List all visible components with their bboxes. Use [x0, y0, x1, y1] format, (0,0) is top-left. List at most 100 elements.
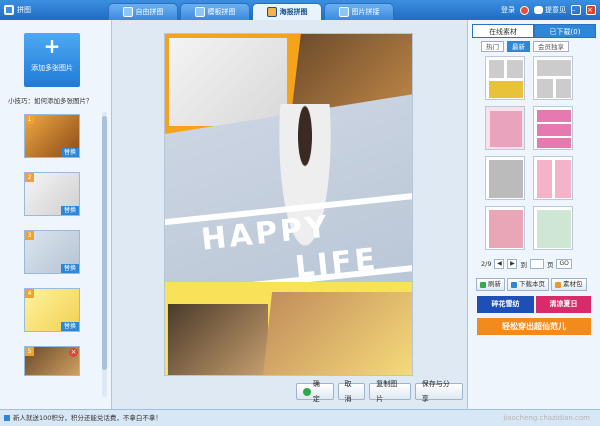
- replace-button[interactable]: 替换: [60, 322, 79, 331]
- tab-downloaded[interactable]: 已下载(0): [534, 24, 596, 38]
- add-images-label: 添加多张图片: [31, 64, 73, 72]
- tab-label: 图片拼接: [351, 8, 380, 16]
- save-share-button[interactable]: 保存与分享: [414, 380, 464, 403]
- goto-label: 到: [520, 261, 527, 269]
- template-thumbnail[interactable]: [485, 206, 525, 250]
- image-thumbnail[interactable]: 1 替换: [24, 114, 80, 158]
- main-tabs: 自由拼图 模板拼图 海报拼图 图片拼接: [108, 3, 396, 20]
- thumbnail-number: 4: [25, 289, 34, 298]
- package-label: 素材包: [563, 280, 583, 288]
- material-pack-button[interactable]: 素材包: [551, 278, 587, 291]
- tab-icon: [338, 7, 349, 17]
- tab-label: 自由拼图: [135, 8, 164, 16]
- canvas-actions: 确定 取消 复制图片 保存与分享: [296, 380, 467, 403]
- tab-template-collage[interactable]: 模板拼图: [180, 3, 250, 20]
- material-actions: 刷新 下载本页 素材包: [476, 278, 589, 291]
- tab-label: 海报拼图: [279, 8, 308, 16]
- template-thumbnail[interactable]: [533, 106, 573, 150]
- template-thumbnail[interactable]: [485, 106, 525, 150]
- image-thumbnail-list: 1 替换 2 替换 3 替换 4 替换 5 ×: [24, 114, 82, 376]
- ad-banner-chiffon[interactable]: 碎花雪纺: [477, 296, 534, 313]
- go-button[interactable]: GO: [556, 259, 572, 269]
- tab-image-stitch[interactable]: 图片拼接: [324, 3, 394, 20]
- feedback-icon: [534, 6, 543, 14]
- subtab-vip[interactable]: 会员独享: [533, 41, 569, 52]
- right-panel: 在线素材 已下载(0) 热门 最新 会员独享 2/9 ◀ ▶ 到 页 GO 刷新…: [467, 20, 600, 409]
- material-subtabs: 热门 最新 会员独享: [481, 41, 572, 52]
- page-input[interactable]: [529, 259, 544, 269]
- package-icon: [555, 281, 561, 288]
- ok-button[interactable]: 确定: [296, 380, 334, 403]
- thumbnail-number: 3: [25, 231, 34, 240]
- refresh-button[interactable]: 刷新: [476, 278, 505, 291]
- title-bar: 拼图 自由拼图 模板拼图 海报拼图 图片拼接 登录 提意见 – ×: [0, 0, 600, 20]
- download-page-button[interactable]: 下载本页: [507, 278, 549, 291]
- image-thumbnail[interactable]: 4 替换: [24, 288, 80, 332]
- cancel-button[interactable]: 取消: [337, 380, 366, 403]
- download-icon: [511, 281, 517, 288]
- thumbnail-scrollbar[interactable]: [102, 112, 107, 397]
- image-thumbnail[interactable]: 2 替换: [24, 172, 80, 216]
- ok-label: 确定: [312, 379, 320, 403]
- tab-online-materials[interactable]: 在线素材: [472, 24, 534, 38]
- plus-icon: +: [43, 34, 61, 58]
- watermark: jiaocheng.chazidian.com: [503, 414, 590, 422]
- photo-slot-5[interactable]: [263, 292, 412, 375]
- ad-banner-summer[interactable]: 清凉夏日: [536, 296, 591, 313]
- tab-free-collage[interactable]: 自由拼图: [108, 3, 178, 20]
- prev-page-button[interactable]: ◀: [494, 259, 505, 269]
- tab-icon: [122, 7, 133, 17]
- minimize-button[interactable]: –: [571, 5, 581, 15]
- subtab-new[interactable]: 最新: [507, 41, 530, 52]
- download-page-label: 下载本页: [519, 280, 545, 288]
- image-thumbnail[interactable]: 5 ×: [24, 346, 80, 376]
- speaker-icon: [4, 415, 10, 421]
- thumbnail-number: 1: [25, 115, 34, 124]
- thumbnail-number: 2: [25, 173, 34, 182]
- refresh-label: 刷新: [488, 280, 501, 288]
- check-icon: [303, 387, 311, 396]
- replace-button[interactable]: 替换: [60, 264, 79, 273]
- title-right-controls: 登录 提意见 – ×: [496, 3, 596, 17]
- pagination: 2/9 ◀ ▶ 到 页 GO: [481, 259, 575, 269]
- user-avatar-icon[interactable]: [520, 5, 529, 15]
- tab-icon: [194, 7, 205, 17]
- tip-link[interactable]: 小技巧：如何添加多张图片？: [8, 95, 93, 105]
- refresh-icon: [480, 281, 486, 288]
- template-grid: [485, 56, 581, 250]
- app-name: 拼图: [17, 6, 31, 14]
- page-indicator: 2/9: [481, 260, 492, 268]
- left-panel: + 添加多张图片 小技巧：如何添加多张图片？ 1 替换 2 替换 3 替换 4 …: [0, 20, 112, 409]
- template-thumbnail[interactable]: [485, 56, 525, 100]
- canvas-area: HAPPY LIFE 确定 取消 复制图片 保存与分享: [112, 20, 467, 409]
- add-images-button[interactable]: + 添加多张图片: [24, 33, 80, 87]
- scrollbar-thumb[interactable]: [102, 116, 107, 370]
- photo-slot-4[interactable]: [168, 304, 268, 375]
- template-thumbnail[interactable]: [533, 56, 573, 100]
- replace-button[interactable]: 替换: [60, 148, 79, 157]
- copy-image-button[interactable]: 复制图片: [369, 380, 411, 403]
- replace-button[interactable]: 替换: [60, 206, 79, 215]
- feedback-link[interactable]: 提意见: [534, 5, 566, 15]
- delete-icon[interactable]: ×: [69, 348, 78, 357]
- tab-label: 模板拼图: [207, 8, 236, 16]
- tab-icon: [266, 7, 277, 17]
- close-button[interactable]: ×: [586, 5, 596, 15]
- login-link[interactable]: 登录: [501, 5, 515, 15]
- ad-banner-fairy[interactable]: 轻松穿出超仙范儿: [477, 318, 591, 335]
- next-page-button[interactable]: ▶: [507, 259, 518, 269]
- app-title: 拼图: [4, 3, 31, 17]
- status-text[interactable]: 新人就送100积分，积分还能兑话费，不拿白不拿！: [13, 414, 162, 422]
- template-thumbnail[interactable]: [533, 206, 573, 250]
- thumbnail-number: 5: [25, 347, 34, 356]
- app-logo-icon: [4, 5, 14, 15]
- subtab-hot[interactable]: 热门: [481, 41, 504, 52]
- poster-canvas[interactable]: HAPPY LIFE: [164, 33, 413, 376]
- page-unit-label: 页: [546, 261, 554, 269]
- feedback-label: 提意见: [545, 6, 566, 14]
- template-thumbnail[interactable]: [485, 156, 525, 200]
- photo-slot-1[interactable]: [169, 38, 287, 126]
- image-thumbnail[interactable]: 3 替换: [24, 230, 80, 274]
- tab-poster-collage[interactable]: 海报拼图: [252, 3, 322, 20]
- template-thumbnail[interactable]: [533, 156, 573, 200]
